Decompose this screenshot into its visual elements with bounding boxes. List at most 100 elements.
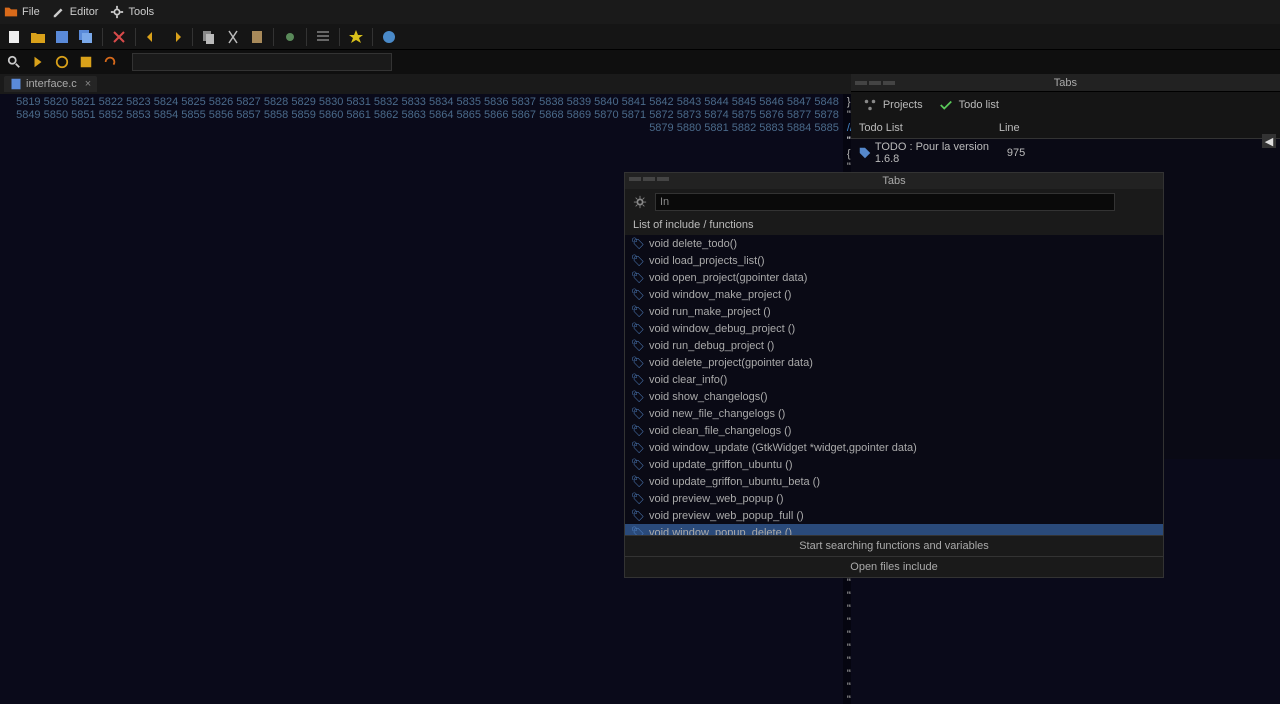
function-item[interactable]: 🏷void delete_project(gpointer data) xyxy=(625,354,1163,371)
refresh-icon xyxy=(103,55,117,69)
function-item[interactable]: 🏷void open_project(gpointer data) xyxy=(625,269,1163,286)
todo-col-task: Todo List xyxy=(859,122,999,134)
close-button[interactable] xyxy=(109,27,129,47)
functions-list-title: List of include / functions xyxy=(625,215,1163,235)
function-item[interactable]: 🏷 void run_debug_project () xyxy=(625,337,1163,354)
search-button[interactable] xyxy=(4,52,24,72)
copy-icon xyxy=(201,29,217,45)
save-icon xyxy=(54,29,70,45)
copy-button[interactable] xyxy=(199,27,219,47)
menu-editor-label: Editor xyxy=(70,6,99,18)
function-item[interactable]: 🏷void window_make_project () xyxy=(625,286,1163,303)
function-name: void clean_file_changelogs () xyxy=(649,425,791,437)
search-toolbar xyxy=(0,50,1280,74)
save-button[interactable] xyxy=(52,27,72,47)
menu-editor[interactable]: Editor xyxy=(52,5,99,19)
menu-tools[interactable]: Tools xyxy=(110,5,154,19)
todo-header: Todo List Line xyxy=(851,118,1280,139)
tag-icon: 🏷 xyxy=(631,339,645,352)
tab-projects[interactable]: Projects xyxy=(863,98,923,112)
expand-panel-button[interactable]: ◀ xyxy=(1262,134,1276,148)
functions-panel-title: Tabs xyxy=(625,173,1163,187)
function-name: void update_griffon_ubuntu_beta () xyxy=(649,476,820,488)
function-item[interactable]: 🏷void show_changelogs() xyxy=(625,388,1163,405)
refresh-search-button[interactable] xyxy=(100,52,120,72)
function-name: void preview_web_popup () xyxy=(649,493,784,505)
functions-panel-header[interactable]: Tabs xyxy=(625,173,1163,189)
menubar: File Editor Tools xyxy=(0,0,1280,24)
tabs-panel-header[interactable]: Tabs xyxy=(851,74,1280,92)
arrow-right-icon xyxy=(31,55,45,69)
function-item[interactable]: 🏷void window_debug_project () xyxy=(625,320,1163,337)
tab-todo[interactable]: Todo list xyxy=(939,98,999,112)
function-name: void update_griffon_ubuntu () xyxy=(649,459,793,471)
tag-icon: 🏷 xyxy=(631,271,645,284)
tab-projects-label: Projects xyxy=(883,99,923,111)
project-tabs: Projects Todo list xyxy=(851,92,1280,118)
tag-icon: 🏷 xyxy=(631,288,645,301)
function-item[interactable]: 🏷 void update_griffon_ubuntu () xyxy=(625,456,1163,473)
todo-row[interactable]: TODO : Pour la version 1.6.8 975 xyxy=(851,139,1280,167)
function-name: void run_make_project () xyxy=(649,306,771,318)
paste-button[interactable] xyxy=(247,27,267,47)
open-files-button[interactable]: Open files include xyxy=(625,556,1163,577)
paste-icon xyxy=(249,29,265,45)
star-icon xyxy=(348,29,364,45)
function-item[interactable]: 🏷void new_file_changelogs () xyxy=(625,405,1163,422)
undo-button[interactable] xyxy=(142,27,162,47)
menu-file-label: File xyxy=(22,6,40,18)
main-toolbar xyxy=(0,24,1280,50)
function-name: void run_debug_project () xyxy=(649,340,774,352)
function-name: void show_changelogs() xyxy=(649,391,768,403)
search-next-button[interactable] xyxy=(28,52,48,72)
function-item[interactable]: 🏷void load_projects_list() xyxy=(625,252,1163,269)
function-name: void new_file_changelogs () xyxy=(649,408,785,420)
functions-list[interactable]: 🏷void delete_todo()🏷void load_projects_l… xyxy=(625,235,1163,535)
file-c-icon xyxy=(10,78,22,90)
function-item[interactable]: 🏷void clear_info() xyxy=(625,371,1163,388)
tag-icon: 🏷 xyxy=(631,492,645,505)
tag-icon: 🏷 xyxy=(631,509,645,522)
run-button[interactable] xyxy=(280,27,300,47)
function-item[interactable]: 🏷void delete_todo() xyxy=(625,235,1163,252)
menu-file[interactable]: File xyxy=(4,5,40,19)
function-name: void delete_project(gpointer data) xyxy=(649,357,813,369)
goto-button[interactable] xyxy=(76,52,96,72)
goto-icon xyxy=(79,55,93,69)
function-search-input[interactable] xyxy=(655,193,1115,211)
cut-button[interactable] xyxy=(223,27,243,47)
gear-icon[interactable] xyxy=(633,195,647,209)
function-item[interactable]: 🏷void window_popup_delete () xyxy=(625,524,1163,535)
redo-button[interactable] xyxy=(166,27,186,47)
tag-icon: 🏷 xyxy=(631,475,645,488)
tag-icon xyxy=(859,147,871,159)
function-item[interactable]: 🏷 void update_griffon_ubuntu_beta () xyxy=(625,473,1163,490)
bookmark-button[interactable] xyxy=(346,27,366,47)
new-file-button[interactable] xyxy=(4,27,24,47)
help-button[interactable] xyxy=(379,27,399,47)
function-item[interactable]: 🏷void window_update (GtkWidget *widget,g… xyxy=(625,439,1163,456)
search-input[interactable] xyxy=(132,53,392,71)
file-tab[interactable]: interface.c × xyxy=(4,76,97,92)
file-tab-label: interface.c xyxy=(26,78,77,90)
open-button[interactable] xyxy=(28,27,48,47)
folder-icon xyxy=(4,5,18,19)
function-name: void delete_todo() xyxy=(649,238,737,250)
function-item[interactable]: 🏷void preview_web_popup_full () xyxy=(625,507,1163,524)
tag-icon: 🏷 xyxy=(631,373,645,386)
functions-panel: Tabs List of include / functions 🏷void d… xyxy=(624,172,1164,578)
indent-button[interactable] xyxy=(313,27,333,47)
function-item[interactable]: 🏷 void preview_web_popup () xyxy=(625,490,1163,507)
todo-text: TODO : Pour la version 1.6.8 xyxy=(875,141,1003,165)
replace-button[interactable] xyxy=(52,52,72,72)
start-search-button[interactable]: Start searching functions and variables xyxy=(625,535,1163,556)
tag-icon: 🏷 xyxy=(631,458,645,471)
tab-close-button[interactable]: × xyxy=(85,78,91,90)
function-item[interactable]: 🏷void run_make_project () xyxy=(625,303,1163,320)
tag-icon: 🏷 xyxy=(631,424,645,437)
close-icon xyxy=(111,29,127,45)
save-all-button[interactable] xyxy=(76,27,96,47)
todo-line: 975 xyxy=(1007,147,1025,159)
help-icon xyxy=(381,29,397,45)
function-item[interactable]: 🏷 void clean_file_changelogs () xyxy=(625,422,1163,439)
